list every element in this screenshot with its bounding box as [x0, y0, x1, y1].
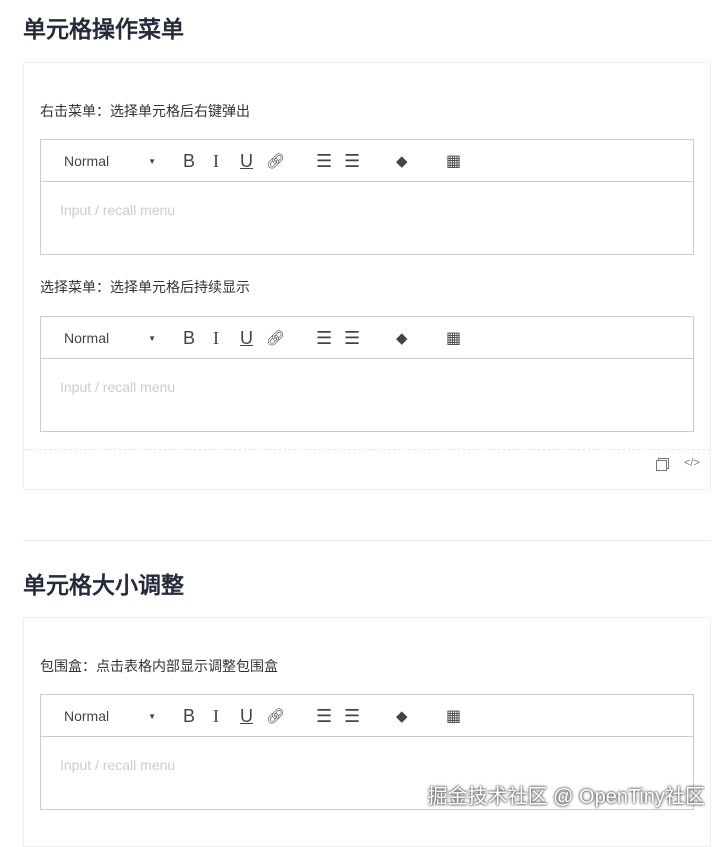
underline-icon[interactable]: U: [240, 317, 253, 359]
ordered-list-icon[interactable]: ☰: [316, 695, 332, 737]
format-select[interactable]: Normal ▼: [64, 140, 156, 182]
eraser-icon[interactable]: ◆: [396, 317, 408, 359]
copy-icon[interactable]: [656, 460, 667, 471]
bold-icon[interactable]: B: [183, 140, 195, 182]
table-icon[interactable]: ▦: [446, 140, 461, 182]
table-icon[interactable]: ▦: [446, 317, 461, 359]
code-icon[interactable]: </>: [684, 457, 700, 469]
format-select[interactable]: Normal ▼: [64, 317, 156, 359]
link-icon[interactable]: 🔗︎: [266, 317, 285, 359]
bold-icon[interactable]: B: [183, 317, 195, 359]
ordered-list-icon[interactable]: ☰: [316, 317, 332, 359]
bullet-list-icon[interactable]: ☰: [344, 695, 360, 737]
bullet-list-icon[interactable]: ☰: [344, 317, 360, 359]
demo-card: 右击菜单：选择单元格后右键弹出 Normal ▼ B I U 🔗︎ ☰ ☰ ◆ ▦…: [23, 62, 711, 490]
bullet-list-icon[interactable]: ☰: [344, 140, 360, 182]
underline-icon[interactable]: U: [240, 695, 253, 737]
format-value: Normal: [64, 330, 110, 346]
editor-toolbar: Normal ▼ B I U 🔗︎ ☰ ☰ ◆ ▦: [41, 695, 693, 737]
demo-label: 右击菜单：选择单元格后右键弹出: [40, 103, 250, 119]
caret-down-icon: ▼: [148, 711, 156, 721]
editor-input[interactable]: Input / recall menu: [41, 359, 693, 395]
link-icon[interactable]: 🔗︎: [266, 140, 285, 182]
demo-label: 包围盒：点击表格内部显示调整包围盒: [40, 658, 278, 674]
format-select[interactable]: Normal ▼: [64, 695, 156, 737]
watermark: 掘金技术社区 @ OpenTiny社区: [427, 786, 705, 808]
format-value: Normal: [64, 153, 110, 169]
ordered-list-icon[interactable]: ☰: [316, 140, 332, 182]
section-divider: [23, 540, 711, 541]
table-icon[interactable]: ▦: [446, 695, 461, 737]
editor-input[interactable]: Input / recall menu: [41, 182, 693, 218]
demo-card: 包围盒：点击表格内部显示调整包围盒 Normal ▼ B I U 🔗︎ ☰ ☰ ◆…: [23, 617, 711, 847]
eraser-icon[interactable]: ◆: [396, 695, 408, 737]
divider: [24, 449, 710, 450]
bold-icon[interactable]: B: [183, 695, 195, 737]
italic-icon[interactable]: I: [213, 317, 219, 359]
link-icon[interactable]: 🔗︎: [266, 695, 285, 737]
italic-icon[interactable]: I: [213, 140, 219, 182]
underline-icon[interactable]: U: [240, 140, 253, 182]
caret-down-icon: ▼: [148, 156, 156, 166]
format-value: Normal: [64, 708, 110, 724]
section-title: 单元格操作菜单: [23, 16, 184, 42]
italic-icon[interactable]: I: [213, 695, 219, 737]
eraser-icon[interactable]: ◆: [396, 140, 408, 182]
section-title: 单元格大小调整: [23, 572, 184, 598]
editor-toolbar: Normal ▼ B I U 🔗︎ ☰ ☰ ◆ ▦: [41, 140, 693, 182]
demo-label: 选择菜单：选择单元格后持续显示: [40, 279, 250, 295]
caret-down-icon: ▼: [148, 333, 156, 343]
editor-toolbar: Normal ▼ B I U 🔗︎ ☰ ☰ ◆ ▦: [41, 317, 693, 359]
rich-text-editor: Normal ▼ B I U 🔗︎ ☰ ☰ ◆ ▦ Input / recall …: [40, 139, 694, 255]
rich-text-editor: Normal ▼ B I U 🔗︎ ☰ ☰ ◆ ▦ Input / recall …: [40, 316, 694, 432]
editor-input[interactable]: Input / recall menu: [41, 737, 693, 773]
